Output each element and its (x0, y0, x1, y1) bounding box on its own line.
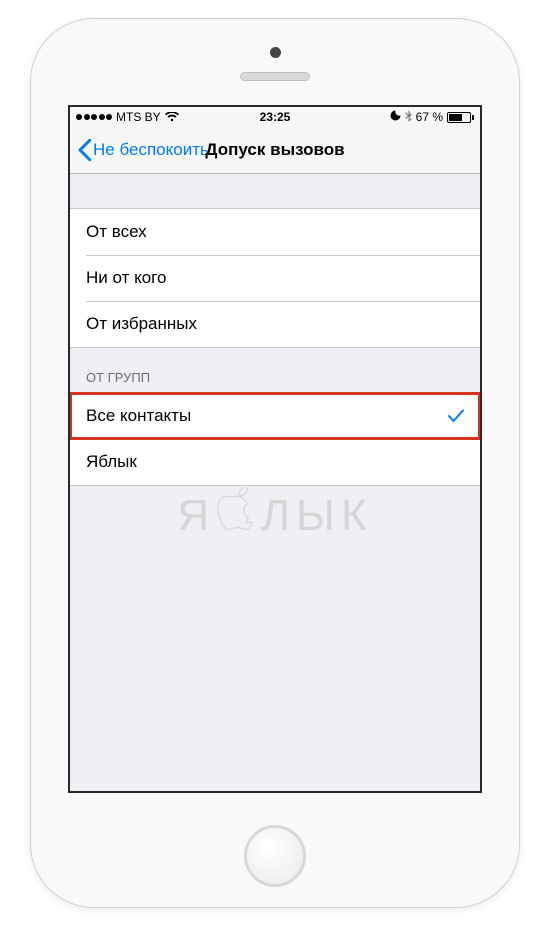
camera-dot (270, 47, 281, 58)
section-header-groups: ОТ ГРУПП (70, 348, 480, 392)
option-everyone[interactable]: От всех (70, 209, 480, 255)
signal-strength-icon (76, 114, 112, 120)
screen: MTS BY 23:25 67 % (68, 105, 482, 793)
chevron-left-icon (78, 139, 91, 161)
home-button[interactable] (244, 825, 306, 887)
checkmark-icon (448, 409, 464, 423)
battery-icon (447, 112, 474, 123)
option-favorites[interactable]: От избранных (70, 301, 480, 347)
do-not-disturb-icon (390, 110, 401, 124)
option-group-yablyk[interactable]: Яблык (70, 439, 480, 485)
row-label: Все контакты (86, 406, 191, 426)
content-area: От всех Ни от кого От избранных ОТ ГРУПП… (70, 174, 480, 486)
row-label: От всех (86, 222, 147, 242)
allow-calls-list: От всех Ни от кого От избранных (70, 208, 480, 348)
carrier-label: MTS BY (116, 110, 161, 124)
phone-frame: MTS BY 23:25 67 % (30, 18, 520, 908)
speaker-grille (240, 72, 310, 81)
option-no-one[interactable]: Ни от кого (70, 255, 480, 301)
back-button[interactable]: Не беспокоить (78, 139, 209, 161)
apple-icon (217, 487, 259, 546)
row-label: От избранных (86, 314, 197, 334)
page-title: Допуск вызовов (205, 140, 344, 160)
status-left: MTS BY (76, 110, 179, 124)
bluetooth-icon (405, 110, 412, 125)
wifi-icon (165, 112, 179, 122)
battery-percent: 67 % (416, 110, 443, 124)
watermark: Я ЛЫК (177, 487, 372, 546)
watermark-text-left: Я (177, 491, 215, 541)
status-time: 23:25 (260, 110, 291, 124)
status-right: 67 % (390, 110, 474, 125)
back-label: Не беспокоить (93, 140, 209, 160)
row-label: Яблык (86, 452, 137, 472)
groups-list: Все контакты Яблык (70, 392, 480, 486)
option-all-contacts[interactable]: Все контакты (70, 393, 480, 439)
navigation-bar: Не беспокоить Допуск вызовов (70, 128, 480, 174)
row-label: Ни от кого (86, 268, 166, 288)
status-bar: MTS BY 23:25 67 % (70, 107, 480, 128)
watermark-text-right: ЛЫК (261, 491, 372, 541)
